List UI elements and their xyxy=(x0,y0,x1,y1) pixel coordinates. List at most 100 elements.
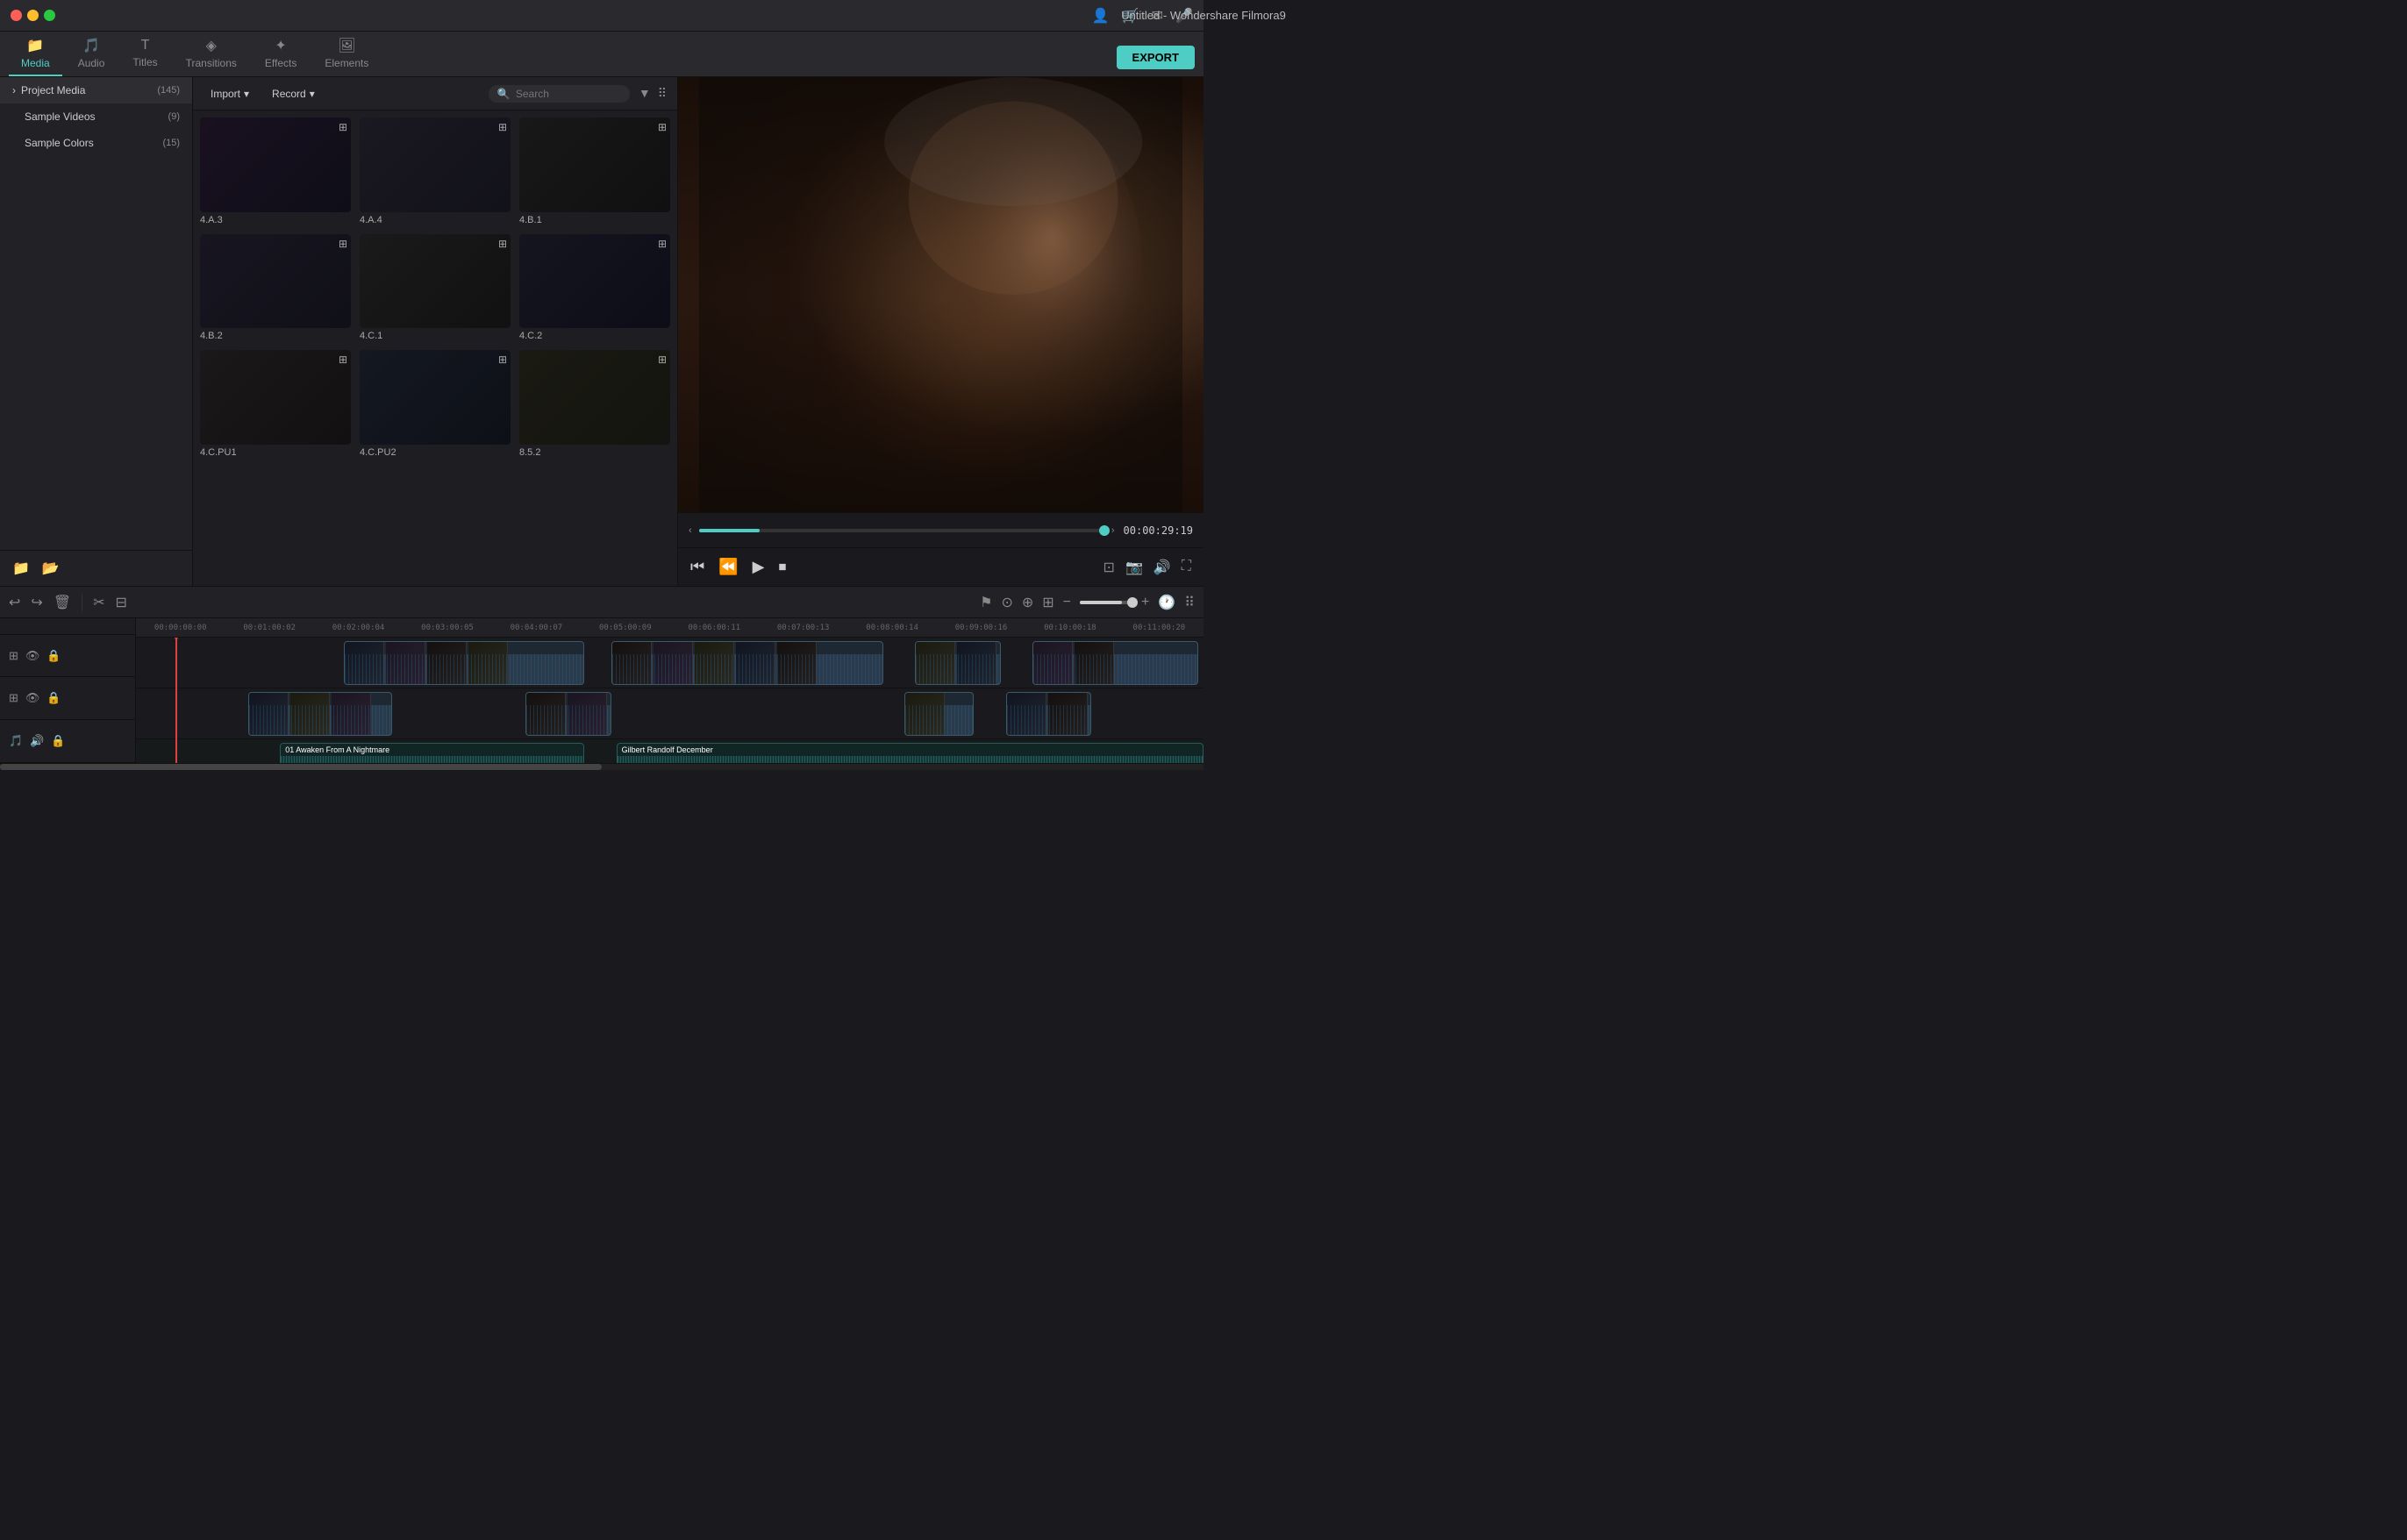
media-thumbnail: ⊞ xyxy=(200,118,351,212)
record-icon[interactable]: ⊙ xyxy=(1001,594,1012,611)
flag-icon[interactable]: ⚑ xyxy=(980,594,992,611)
ruler-marks: 00:00:00:00 00:01:00:02 00:02:00:04 00:0… xyxy=(136,624,1204,632)
tab-media[interactable]: 📁 Media xyxy=(9,32,62,76)
skip-back-button[interactable]: ⏮ xyxy=(690,558,704,576)
list-item[interactable]: ⊞ 4.C.2 xyxy=(519,234,670,342)
timeline-scrollbar[interactable] xyxy=(0,763,1204,770)
list-item[interactable]: ⊞ 4.C.PU2 xyxy=(360,350,511,458)
filter-icon[interactable]: ▼ xyxy=(639,86,651,101)
clip-16e1[interactable]: 16.E.1 xyxy=(525,692,611,736)
export-button[interactable]: EXPORT xyxy=(1117,46,1195,69)
clip-10a1[interactable]: 10.A.1 xyxy=(1032,641,1198,685)
account-icon[interactable]: 👤 xyxy=(1092,7,1110,25)
clip-12a2[interactable]: 12.A.2 xyxy=(1006,692,1091,736)
video-track-icon: ⊞ xyxy=(9,649,18,663)
plus-icon[interactable]: + xyxy=(1141,595,1149,610)
volume-track-icon[interactable]: 🔊 xyxy=(30,734,44,748)
ruler-mark: 00:07:00:13 xyxy=(759,624,847,632)
play-button[interactable]: ▶ xyxy=(753,558,765,576)
track-label-video2: ⊞ 👁 🔒 xyxy=(0,677,135,720)
fullscreen-icon[interactable]: ⛶ xyxy=(1182,559,1191,576)
sidebar-bottom: 📁 📂 xyxy=(0,550,192,586)
clip-17b1[interactable]: 17.B.1 xyxy=(611,641,883,685)
tab-elements[interactable]: 🖼 Elements xyxy=(312,32,381,76)
top-nav: 📁 Media 🎵 Audio T Titles ◈ Transitions ✦… xyxy=(0,32,1204,77)
record-chevron-icon: ▾ xyxy=(310,88,315,100)
window-controls xyxy=(11,10,55,21)
new-folder-icon[interactable]: 📁 xyxy=(12,560,30,577)
titlebar: Untitled - Wondershare Filmora9 👤 🛒 ✉ 🎤 xyxy=(0,0,1204,32)
tab-effects[interactable]: ✦ Effects xyxy=(253,32,309,76)
tab-transitions[interactable]: ◈ Transitions xyxy=(174,32,249,76)
media-label: 4.A.4 xyxy=(360,215,511,225)
redo-button[interactable]: ↪ xyxy=(31,594,42,611)
list-item[interactable]: ⊞ 4.A.3 xyxy=(200,118,351,225)
pip-icon[interactable]: ⊡ xyxy=(1104,559,1115,576)
preview-right-icons: ⊡ 📷 🔊 ⛶ xyxy=(1104,559,1191,576)
list-item[interactable]: ⊞ 4.C.1 xyxy=(360,234,511,342)
cut-button[interactable]: ✂ xyxy=(93,594,104,611)
grid-icon[interactable]: ⠿ xyxy=(1184,594,1195,611)
clip-12b1[interactable]: 12.B.1 xyxy=(915,641,1000,685)
eye-icon2[interactable]: 👁 xyxy=(25,691,40,705)
sidebar-item-project-media[interactable]: › Project Media (145) xyxy=(0,77,192,103)
record-button[interactable]: Record ▾ xyxy=(265,84,322,103)
import-media-icon[interactable]: 📂 xyxy=(42,560,60,577)
grid-icon: ⊞ xyxy=(498,121,507,133)
undo-button[interactable]: ↩ xyxy=(9,594,20,611)
grid-view-icon[interactable]: ⠿ xyxy=(658,86,667,101)
clip-awaken[interactable]: 01 Awaken From A Nightmare xyxy=(280,743,584,763)
playhead[interactable] xyxy=(175,638,177,763)
crop-button[interactable]: ⊟ xyxy=(116,594,127,611)
sidebar-item-sample-videos[interactable]: Sample Videos (9) xyxy=(0,103,192,130)
clip-gilbert[interactable]: Gilbert Randolf December xyxy=(617,743,1204,763)
zoom-slider[interactable] xyxy=(1080,601,1132,604)
media-label: 4.C.1 xyxy=(360,331,511,341)
clip-waveform xyxy=(905,705,973,735)
delete-button[interactable]: 🗑 xyxy=(54,594,71,611)
clip-12c2[interactable]: 12.C.2 xyxy=(904,692,974,736)
close-button[interactable] xyxy=(11,10,22,21)
maximize-button[interactable] xyxy=(44,10,55,21)
list-item[interactable]: ⊞ 4.B.2 xyxy=(200,234,351,342)
track-label-video1: ⊞ 👁 🔒 xyxy=(0,635,135,678)
app-title: Untitled - Wondershare Filmora9 xyxy=(1121,9,1286,22)
search-input[interactable] xyxy=(516,88,621,100)
lock-icon2[interactable]: 🔒 xyxy=(46,691,61,705)
eye-icon[interactable]: 👁 xyxy=(25,649,40,663)
grid-icon: ⊞ xyxy=(339,238,347,250)
clock-icon[interactable]: 🕐 xyxy=(1158,594,1175,611)
search-box: 🔍 xyxy=(489,85,630,103)
step-back-button[interactable]: ⏪ xyxy=(718,558,738,576)
transport-controls: ⏮ ⏪ ▶ ⏹ xyxy=(690,558,786,576)
snapshot-icon[interactable]: 📷 xyxy=(1125,559,1143,576)
track-label-audio: 🎵 🔊 🔒 xyxy=(0,720,135,763)
clip-waveform xyxy=(281,756,583,763)
stop-button[interactable]: ⏹ xyxy=(778,558,786,576)
list-item[interactable]: ⊞ 4.C.PU1 xyxy=(200,350,351,458)
ruler-spacer xyxy=(0,618,135,635)
track-row-audio: 01 Awaken From A Nightmare Gilbert Rando… xyxy=(136,739,1204,763)
list-item[interactable]: ⊞ 8.5.2 xyxy=(519,350,670,458)
grid-icon: ⊞ xyxy=(658,353,667,366)
timeline-scrubber[interactable] xyxy=(699,529,1104,532)
import-button[interactable]: Import ▾ xyxy=(204,84,256,103)
list-item[interactable]: ⊞ 4.A.4 xyxy=(360,118,511,225)
transition-icon[interactable]: ⊞ xyxy=(1042,594,1054,611)
media-thumbnail: ⊞ xyxy=(360,118,511,212)
video-track-icon2: ⊞ xyxy=(9,691,18,705)
minus-icon[interactable]: − xyxy=(1063,595,1071,610)
clip-16c1[interactable]: 16.C.1 xyxy=(248,692,392,736)
lock-icon3[interactable]: 🔒 xyxy=(51,734,65,748)
overlay-icon[interactable]: ⊕ xyxy=(1022,594,1033,611)
tab-titles[interactable]: T Titles xyxy=(120,32,169,76)
tab-audio[interactable]: 🎵 Audio xyxy=(66,32,118,76)
minimize-button[interactable] xyxy=(27,10,39,21)
sidebar-item-sample-colors[interactable]: Sample Colors (15) xyxy=(0,130,192,156)
timeline-toolbar: ↩ ↪ 🗑 ✂ ⊟ ⚑ ⊙ ⊕ ⊞ − + 🕐 ⠿ xyxy=(0,587,1204,618)
clip-15b2[interactable]: 15.B.2 xyxy=(344,641,584,685)
volume-icon[interactable]: 🔊 xyxy=(1154,559,1171,576)
lock-icon[interactable]: 🔒 xyxy=(46,649,61,663)
scrollbar-thumb[interactable] xyxy=(0,764,602,770)
list-item[interactable]: ⊞ 4.B.1 xyxy=(519,118,670,225)
